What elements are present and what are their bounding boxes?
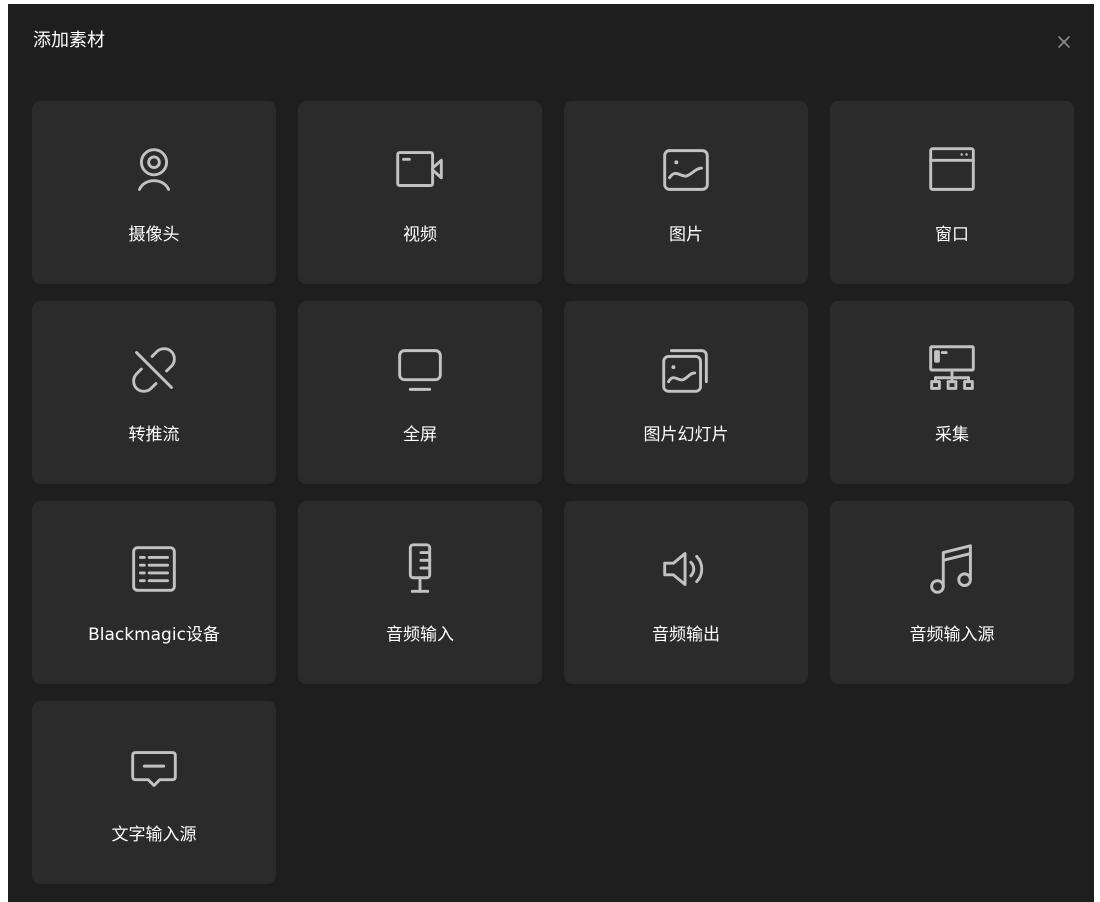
window-icon bbox=[921, 139, 983, 201]
dialog-title: 添加素材 bbox=[33, 30, 105, 51]
tile-label: Blackmagic设备 bbox=[88, 625, 220, 645]
text-message-icon bbox=[123, 739, 185, 801]
music-note-icon bbox=[921, 539, 983, 601]
tile-audio-source[interactable]: 音频输入源 bbox=[830, 501, 1074, 684]
tile-label: 音频输出 bbox=[652, 625, 720, 645]
tile-label: 图片幻灯片 bbox=[643, 425, 729, 445]
tile-window[interactable]: 窗口 bbox=[830, 101, 1074, 284]
video-camera-icon bbox=[389, 139, 451, 201]
tile-image[interactable]: 图片 bbox=[564, 101, 808, 284]
tile-text-source[interactable]: 文字输入源 bbox=[32, 701, 276, 884]
tile-audio-input[interactable]: 音频输入 bbox=[298, 501, 542, 684]
microphone-icon bbox=[389, 539, 451, 601]
tile-capture[interactable]: 采集 bbox=[830, 301, 1074, 484]
broken-link-icon bbox=[123, 339, 185, 401]
image-stack-icon bbox=[655, 339, 717, 401]
tile-video[interactable]: 视频 bbox=[298, 101, 542, 284]
tile-slideshow[interactable]: 图片幻灯片 bbox=[564, 301, 808, 484]
webcam-icon bbox=[123, 139, 185, 201]
tile-label: 文字输入源 bbox=[111, 825, 197, 845]
source-grid: 摄像头 视频 图片 窗口 转推流 全屏 图片幻灯片 采集 Blackmagic设… bbox=[32, 101, 1076, 884]
tile-label: 图片 bbox=[669, 225, 703, 245]
tile-relay-stream[interactable]: 转推流 bbox=[32, 301, 276, 484]
tile-blackmagic[interactable]: Blackmagic设备 bbox=[32, 501, 276, 684]
add-source-dialog: 添加素材 摄像头 视频 图片 窗口 转推流 全屏 图片幻灯片 采集 Blackm… bbox=[8, 4, 1094, 902]
tile-webcam[interactable]: 摄像头 bbox=[32, 101, 276, 284]
image-icon bbox=[655, 139, 717, 201]
tile-label: 音频输入源 bbox=[909, 625, 995, 645]
tile-fullscreen[interactable]: 全屏 bbox=[298, 301, 542, 484]
tile-label: 视频 bbox=[403, 225, 437, 245]
close-icon[interactable] bbox=[1054, 32, 1074, 52]
device-list-icon bbox=[123, 539, 185, 601]
monitor-icon bbox=[389, 339, 451, 401]
capture-device-icon bbox=[921, 339, 983, 401]
tile-label: 全屏 bbox=[403, 425, 437, 445]
tile-label: 音频输入 bbox=[386, 625, 454, 645]
tile-label: 窗口 bbox=[935, 225, 969, 245]
tile-label: 转推流 bbox=[128, 425, 180, 445]
tile-label: 摄像头 bbox=[128, 225, 180, 245]
speaker-icon bbox=[655, 539, 717, 601]
tile-audio-output[interactable]: 音频输出 bbox=[564, 501, 808, 684]
tile-label: 采集 bbox=[935, 425, 969, 445]
